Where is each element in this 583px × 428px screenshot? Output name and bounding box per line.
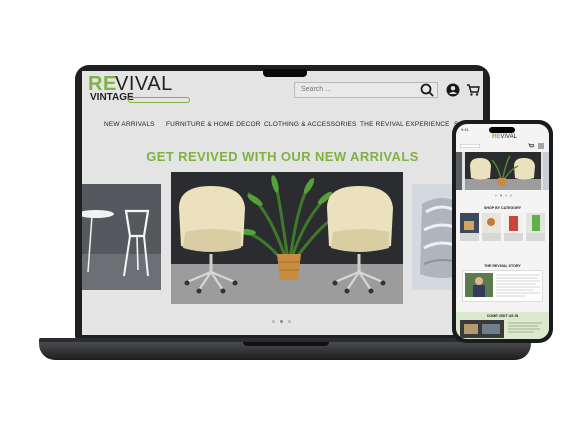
- phone-site-logo[interactable]: REVIVAL: [492, 134, 517, 140]
- phone-category-card[interactable]: [504, 213, 523, 241]
- nav-item-new-arrivals[interactable]: NEW ARRIVALS: [104, 121, 155, 128]
- carousel-dot[interactable]: [272, 320, 275, 323]
- carousel-dot[interactable]: [288, 320, 291, 323]
- camera-notch: [263, 69, 307, 77]
- laptop-thumb-groove: [243, 342, 329, 346]
- phone-visit-section: COME VISIT US IN: [456, 312, 549, 339]
- phone-hero-carousel[interactable]: [456, 152, 549, 190]
- phone-logo-vival: VIVAL: [500, 134, 517, 140]
- store-photo: [460, 320, 504, 338]
- nav-item-experience[interactable]: THE REVIVAL EXPERIENCE: [360, 121, 450, 128]
- laptop-screen: RE VIVAL VINTAGE Search ... NEW ARRIVALS…: [82, 71, 483, 335]
- logo-swoosh: [128, 97, 190, 103]
- phone-dynamic-island: [489, 127, 515, 133]
- nav-item-clothing[interactable]: CLOTHING & ACCESSORIES: [264, 121, 357, 128]
- phone-story-card: [462, 270, 543, 302]
- phone-visit-title: COME VISIT US IN: [486, 314, 519, 318]
- story-photo: [465, 273, 493, 297]
- carousel-slide-active[interactable]: [171, 172, 403, 304]
- cart-icon[interactable]: [466, 83, 480, 97]
- phone-menu-icon[interactable]: [538, 143, 544, 149]
- carousel-dot[interactable]: [280, 320, 283, 323]
- hero-title: GET REVIVED WITH OUR NEW ARRIVALS: [146, 149, 419, 164]
- nav-item-furniture[interactable]: FURNITURE & HOME DECOR: [166, 121, 261, 128]
- account-icon[interactable]: [446, 83, 460, 97]
- search-icon[interactable]: [420, 83, 434, 97]
- hero-chairs-image: [171, 172, 403, 304]
- phone-cart-icon[interactable]: [528, 143, 534, 149]
- phone-shop-category-title: SHOP BY CATEGORY: [483, 206, 521, 210]
- phone-category-card[interactable]: [460, 213, 479, 241]
- category-image: [482, 213, 501, 233]
- search-input[interactable]: Search ...: [294, 82, 438, 98]
- carousel-slide-prev[interactable]: [82, 184, 161, 290]
- phone-category-card[interactable]: [482, 213, 501, 241]
- site-logo[interactable]: RE VIVAL VINTAGE: [88, 73, 190, 107]
- category-image: [526, 213, 545, 233]
- story-text-block: [496, 274, 540, 297]
- phone-status-time: 9:41: [461, 127, 469, 132]
- white-chair-image: [82, 184, 161, 290]
- phone-category-card[interactable]: [526, 213, 545, 241]
- phone-carousel-dots: [495, 194, 512, 197]
- logo-vintage-text: VINTAGE: [90, 92, 134, 103]
- search-placeholder: Search ...: [301, 86, 331, 93]
- store-details-text: [508, 322, 542, 333]
- category-image: [460, 213, 479, 233]
- main-nav: NEW ARRIVALS FURNITURE & HOME DECOR CLOT…: [82, 121, 483, 131]
- phone-story-title: THE REVIVAL STORY: [484, 264, 521, 268]
- phone-screen: 9:41 REVIVAL SHOP BY CATEGORY THE REVIVA…: [456, 124, 549, 339]
- category-image: [504, 213, 523, 233]
- phone-hero-image: [456, 152, 549, 190]
- phone-search-input[interactable]: [460, 144, 480, 148]
- carousel-dots: [272, 310, 296, 328]
